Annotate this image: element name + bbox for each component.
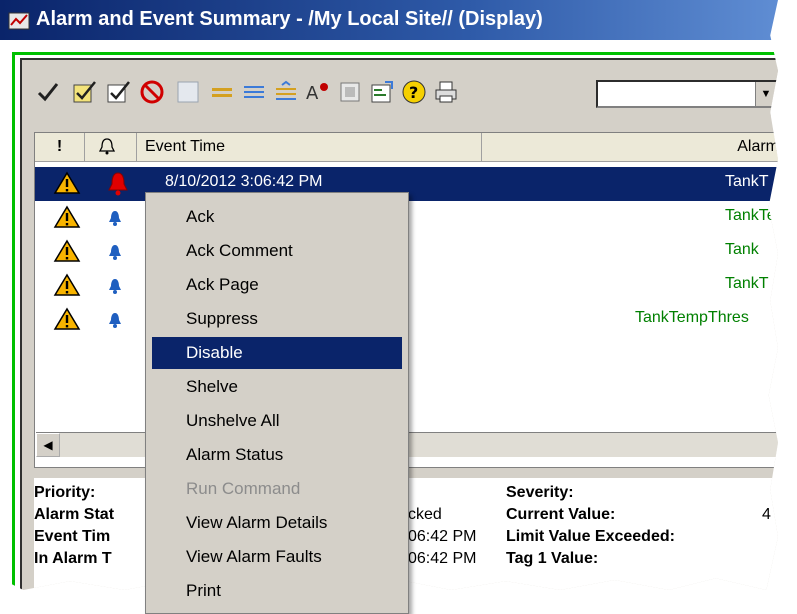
grid-header: ! Event Time Alarm: [35, 133, 778, 162]
detail-label: Event Tim: [34, 528, 111, 545]
svg-text:A: A: [306, 83, 319, 104]
warning-icon: [53, 307, 81, 335]
app-icon: [8, 12, 30, 30]
bell-blue-icon: [105, 205, 125, 233]
menu-item-view-alarm-details[interactable]: View Alarm Details: [152, 507, 402, 539]
ack-selected-icon[interactable]: [104, 78, 132, 106]
detail-label: Priority:: [34, 484, 96, 501]
menu-item-disable[interactable]: Disable: [152, 337, 402, 369]
detail-label: Severity:: [506, 484, 574, 501]
lines-arrow-icon[interactable]: [272, 78, 300, 106]
bell-red-icon: [105, 171, 131, 201]
menu-item-print[interactable]: Print: [152, 575, 402, 607]
filter-icon[interactable]: [336, 78, 364, 106]
detail-label: Limit Value Exceeded:: [506, 528, 675, 545]
menu-item-unshelve-all[interactable]: Unshelve All: [152, 405, 402, 437]
title-bar: Alarm and Event Summary - /My Local Site…: [0, 0, 778, 40]
bell-header-icon: [98, 138, 116, 155]
detail-value: cked: [408, 506, 442, 523]
warning-icon: [53, 273, 81, 301]
bell-blue-icon: [105, 273, 125, 301]
shelve-icon[interactable]: [208, 78, 236, 106]
detail-label: In Alarm T: [34, 550, 112, 567]
check-icon[interactable]: [34, 78, 62, 106]
help-icon[interactable]: ?: [400, 78, 428, 106]
warning-icon: [53, 171, 81, 199]
column-priority[interactable]: !: [35, 133, 85, 161]
context-menu: Ack Ack Comment Ack Page Suppress Disabl…: [145, 192, 409, 614]
toolbar: A ? ▼: [28, 66, 778, 116]
menu-item-run-command: Run Command: [186, 479, 301, 498]
menu-item-suppress[interactable]: Suppress: [152, 303, 402, 335]
event-time: 8/10/2012 3:06:42 PM: [165, 173, 323, 190]
blank-icon[interactable]: [174, 78, 202, 106]
alarm-name: TankT: [725, 275, 769, 292]
menu-item-ack-page[interactable]: Ack Page: [152, 269, 402, 301]
menu-item-alarm-status[interactable]: Alarm Status: [152, 439, 402, 471]
alarm-name: TankTempThres: [635, 309, 749, 326]
window-title: Alarm and Event Summary - /My Local Site…: [36, 8, 543, 30]
properties-icon[interactable]: [368, 78, 396, 106]
bell-blue-icon: [105, 239, 125, 267]
menu-item-view-alarm-faults[interactable]: View Alarm Faults: [152, 541, 402, 573]
menu-item-ack[interactable]: Ack: [152, 201, 402, 233]
column-state[interactable]: [85, 133, 137, 161]
alarm-name: TankTe: [725, 207, 776, 224]
alarm-name: TankT: [725, 173, 769, 190]
detail-label: Tag 1 Value:: [506, 550, 599, 567]
lines-icon[interactable]: [240, 78, 268, 106]
scroll-left-icon[interactable]: ◀: [36, 433, 60, 457]
filter-combo[interactable]: ▼: [596, 80, 778, 108]
detail-value: 06:42 PM: [408, 550, 477, 567]
alarm-name: Tank: [725, 241, 759, 258]
disable-icon[interactable]: [138, 78, 166, 106]
print-icon[interactable]: [432, 78, 460, 106]
svg-text:?: ?: [409, 83, 418, 102]
detail-value: 06:42 PM: [408, 528, 477, 545]
menu-item-ack-comment[interactable]: Ack Comment: [152, 235, 402, 267]
detail-label: Current Value:: [506, 506, 616, 523]
column-alarm[interactable]: Alarm: [482, 133, 778, 161]
detail-value: 4: [762, 506, 771, 523]
alarm-config-icon[interactable]: A: [304, 78, 332, 106]
chevron-down-icon[interactable]: ▼: [755, 82, 776, 106]
menu-item-shelve[interactable]: Shelve: [152, 371, 402, 403]
ack-page-icon[interactable]: [70, 78, 98, 106]
warning-icon: [53, 205, 81, 233]
detail-label: Alarm Stat: [34, 506, 115, 523]
warning-icon: [53, 239, 81, 267]
bell-blue-icon: [105, 307, 125, 335]
column-event-time[interactable]: Event Time: [137, 133, 482, 161]
